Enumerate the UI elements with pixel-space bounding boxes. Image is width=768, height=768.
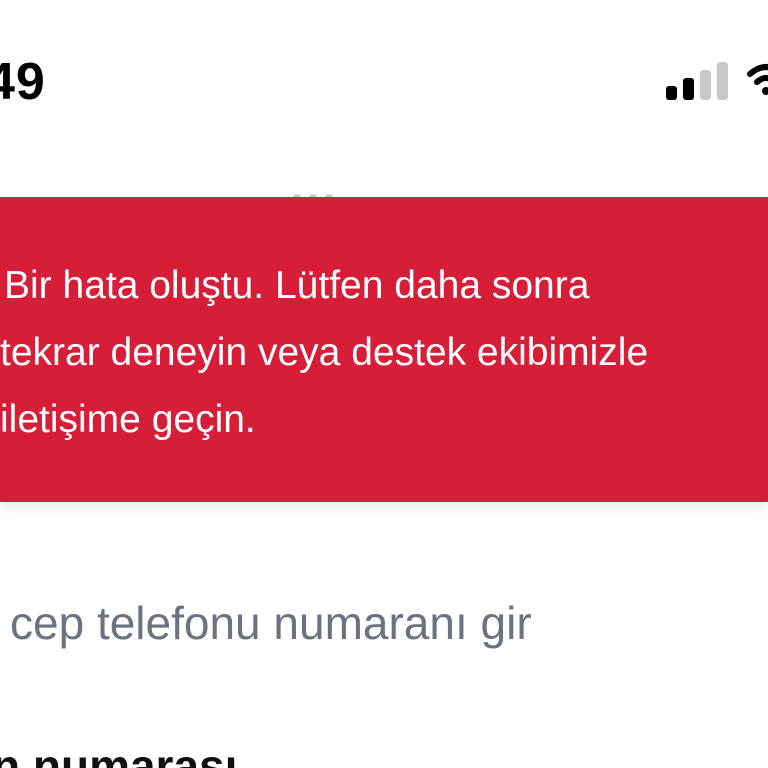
status-bar-time: 49 xyxy=(0,53,46,111)
phone-screen: 49 Bir hata oluştu. Lütfen daha sonra te… xyxy=(0,0,768,768)
phone-number-field-label: n numarası xyxy=(0,740,238,768)
wifi-icon xyxy=(746,58,768,98)
phone-number-prompt: cep telefonu numaranı gir xyxy=(10,597,532,649)
error-message-line: tekrar deneyin veya destek ekibimizle xyxy=(0,331,649,374)
error-message: Bir hata oluştu. Lütfen daha sonra tekra… xyxy=(0,252,740,453)
error-message-line: iletişime geçin. xyxy=(0,398,256,441)
cellular-signal-icon xyxy=(666,60,730,100)
error-message-line: Bir hata oluştu. Lütfen daha sonra xyxy=(4,264,590,307)
